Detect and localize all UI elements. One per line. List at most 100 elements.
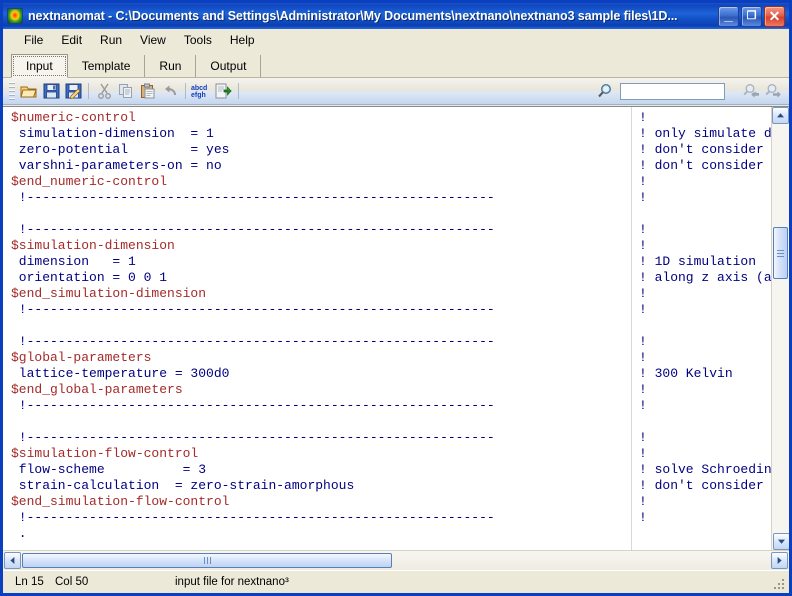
horizontal-scrollbar[interactable] bbox=[3, 550, 789, 570]
open-file-icon[interactable] bbox=[18, 80, 40, 102]
code-line: orientation = 0 0 1 bbox=[11, 270, 495, 286]
comment-text: ! bbox=[639, 334, 647, 349]
tab-run[interactable]: Run bbox=[145, 55, 197, 77]
comment-text: ! along z axis (as bbox=[639, 270, 780, 285]
search-magnifier-icon[interactable] bbox=[594, 80, 616, 102]
comment-line: ! bbox=[639, 350, 779, 366]
code-token: !---------------------------------------… bbox=[11, 302, 495, 317]
close-button[interactable]: ✕ bbox=[764, 5, 785, 27]
toolbar-grip[interactable] bbox=[9, 82, 15, 100]
scroll-left-arrow-icon[interactable] bbox=[4, 552, 21, 569]
maximize-icon: ❐ bbox=[746, 9, 757, 22]
comment-line: ! bbox=[639, 222, 779, 238]
code-line: strain-calculation = zero-strain-amorpho… bbox=[11, 478, 495, 494]
comment-line: ! only simulate di bbox=[639, 126, 779, 142]
comment-text: ! don't consider t bbox=[639, 158, 780, 173]
code-line: $numeric-control bbox=[11, 110, 495, 126]
code-token: dimension = 1 bbox=[11, 254, 136, 269]
application-window: nextnanomat - C:\Documents and Settings\… bbox=[0, 0, 792, 596]
code-line: $simulation-dimension bbox=[11, 238, 495, 254]
title-bar[interactable]: nextnanomat - C:\Documents and Settings\… bbox=[3, 3, 789, 29]
horizontal-scroll-track[interactable] bbox=[393, 552, 771, 569]
code-line: lattice-temperature = 300d0 bbox=[11, 366, 495, 382]
status-line-number: Ln 15 bbox=[15, 576, 44, 588]
comment-line bbox=[639, 206, 779, 222]
code-line: dimension = 1 bbox=[11, 254, 495, 270]
nextnano-logo-icon bbox=[7, 8, 23, 24]
comment-line: ! bbox=[639, 382, 779, 398]
comment-text: ! bbox=[639, 510, 647, 525]
comment-line: ! bbox=[639, 110, 779, 126]
tab-output[interactable]: Output bbox=[196, 55, 262, 77]
menu-item-help[interactable]: Help bbox=[221, 31, 264, 49]
menu-item-edit[interactable]: Edit bbox=[52, 31, 91, 49]
horizontal-scroll-thumb[interactable] bbox=[22, 553, 392, 568]
toolbar: abcd efgh bbox=[3, 78, 789, 105]
toolbar-separator-3 bbox=[238, 83, 239, 99]
minimize-button[interactable]: _ bbox=[718, 5, 739, 27]
code-line: flow-scheme = 3 bbox=[11, 462, 495, 478]
comment-text: ! bbox=[639, 430, 647, 445]
status-message: input file for nextnano³ bbox=[175, 576, 289, 588]
copy-icon[interactable] bbox=[115, 80, 137, 102]
scroll-down-arrow-icon[interactable] bbox=[773, 533, 789, 550]
find-next-icon[interactable] bbox=[763, 80, 785, 102]
toolbar-separator-2 bbox=[185, 83, 186, 99]
comment-text: ! bbox=[639, 494, 647, 509]
comment-text: ! don't consider c bbox=[639, 142, 780, 157]
editor-comments-right[interactable]: !! only simulate di! don't consider c! d… bbox=[639, 110, 779, 542]
comment-text: ! bbox=[639, 238, 647, 253]
code-token: simulation-dimension = 1 bbox=[11, 126, 214, 141]
comment-line: ! don't consider t bbox=[639, 158, 779, 174]
code-line: $end_simulation-dimension bbox=[11, 286, 495, 302]
resize-gripper[interactable] bbox=[774, 579, 786, 591]
vertical-scrollbar[interactable] bbox=[771, 107, 789, 550]
comment-text: ! bbox=[639, 382, 647, 397]
code-line: $simulation-flow-control bbox=[11, 446, 495, 462]
code-line: !---------------------------------------… bbox=[11, 430, 495, 446]
comment-text: ! don't consider s bbox=[639, 478, 780, 493]
font-abcd-icon[interactable]: abcd efgh bbox=[190, 80, 212, 102]
menu-item-file[interactable]: File bbox=[15, 31, 52, 49]
find-previous-icon[interactable] bbox=[741, 80, 763, 102]
scroll-up-arrow-icon[interactable] bbox=[772, 107, 789, 124]
menu-item-tools[interactable]: Tools bbox=[175, 31, 221, 49]
tab-template[interactable]: Template bbox=[68, 55, 146, 77]
code-line: !---------------------------------------… bbox=[11, 510, 495, 526]
code-token: $simulation-flow-control bbox=[11, 446, 199, 461]
tab-input[interactable]: Input bbox=[11, 54, 68, 78]
code-line: zero-potential = yes bbox=[11, 142, 495, 158]
comment-line: ! solve Schroeding bbox=[639, 462, 779, 478]
menu-item-run[interactable]: Run bbox=[91, 31, 131, 49]
code-line: !---------------------------------------… bbox=[11, 222, 495, 238]
comment-line: ! bbox=[639, 494, 779, 510]
paste-icon[interactable] bbox=[137, 80, 159, 102]
comment-text: ! only simulate di bbox=[639, 126, 780, 141]
comment-line bbox=[639, 318, 779, 334]
code-token: lattice-temperature = 300d0 bbox=[11, 366, 230, 381]
save-file-icon[interactable] bbox=[40, 80, 62, 102]
vertical-scroll-thumb[interactable] bbox=[773, 227, 788, 279]
scroll-right-arrow-icon[interactable] bbox=[771, 552, 788, 569]
comment-line: ! bbox=[639, 446, 779, 462]
comment-line: ! bbox=[639, 302, 779, 318]
code-line: $global-parameters bbox=[11, 350, 495, 366]
run-simulation-icon[interactable] bbox=[212, 80, 234, 102]
search-input[interactable] bbox=[620, 82, 725, 100]
code-line: $end_numeric-control bbox=[11, 174, 495, 190]
undo-icon[interactable] bbox=[159, 80, 181, 102]
code-line: !---------------------------------------… bbox=[11, 190, 495, 206]
text-editor[interactable]: $numeric-control simulation-dimension = … bbox=[3, 107, 789, 550]
status-column-number: Col 50 bbox=[55, 576, 89, 588]
save-as-icon[interactable] bbox=[62, 80, 84, 102]
maximize-button[interactable]: ❐ bbox=[741, 5, 762, 27]
editor-code-left[interactable]: $numeric-control simulation-dimension = … bbox=[11, 110, 495, 542]
code-token: $end_numeric-control bbox=[11, 174, 168, 189]
editor-area: $numeric-control simulation-dimension = … bbox=[3, 106, 789, 550]
status-bar: Ln 15 Col 50 input file for nextnano³ bbox=[3, 570, 789, 593]
hscroll-thumb-grip bbox=[203, 557, 211, 564]
comment-line: ! 1D simulation bbox=[639, 254, 779, 270]
cut-icon[interactable] bbox=[93, 80, 115, 102]
comment-text: ! 1D simulation bbox=[639, 254, 757, 269]
menu-item-view[interactable]: View bbox=[131, 31, 175, 49]
